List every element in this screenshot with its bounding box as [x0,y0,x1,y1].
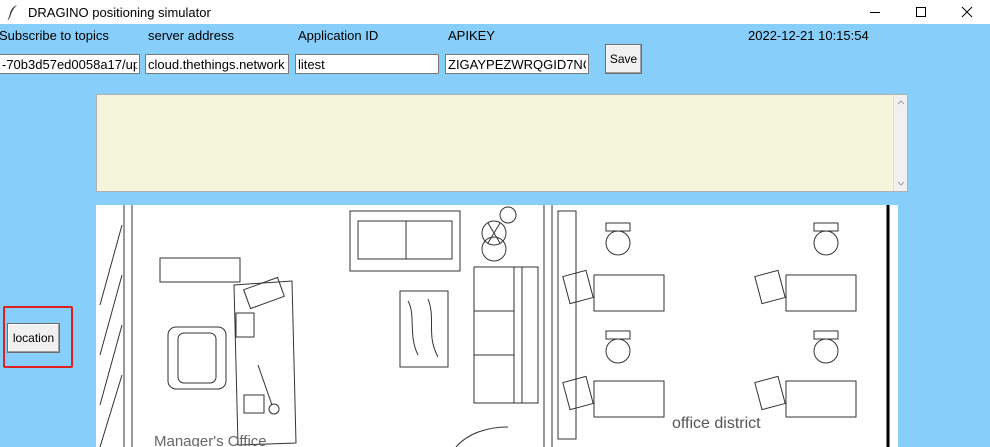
subscribe-label: Subscribe to topics [0,28,109,43]
maximize-icon[interactable] [898,0,944,24]
map-label-managers-office: Manager's Office [154,433,267,447]
scroll-down-icon[interactable] [894,177,908,191]
apikey-label: APIKEY [448,28,495,43]
application-id-label: Application ID [298,28,379,43]
scroll-up-icon[interactable] [894,95,908,109]
datetime-label: 2022-12-21 10:15:54 [748,28,869,43]
window-title: DRAGINO positioning simulator [28,4,211,20]
floor-plan-map[interactable]: Manager's Office office district [96,205,898,447]
map-label-office-district: office district [672,415,761,432]
main-window: Subscribe to topics server address Appli… [0,24,990,447]
title-bar: DRAGINO positioning simulator [0,0,990,24]
floor-plan-drawing: Manager's Office office district [99,205,890,447]
server-address-input[interactable] [145,54,289,74]
minimize-icon[interactable] [852,0,898,24]
close-icon[interactable] [944,0,990,24]
location-button[interactable]: location [7,323,60,353]
subscribe-topic-input[interactable] [0,54,140,74]
feather-icon [4,3,22,21]
apikey-input[interactable] [445,54,589,74]
save-button[interactable]: Save [605,44,642,74]
vertical-scrollbar[interactable] [893,95,907,191]
log-textarea[interactable] [96,94,908,192]
application-id-input[interactable] [295,54,439,74]
server-address-label: server address [148,28,234,43]
